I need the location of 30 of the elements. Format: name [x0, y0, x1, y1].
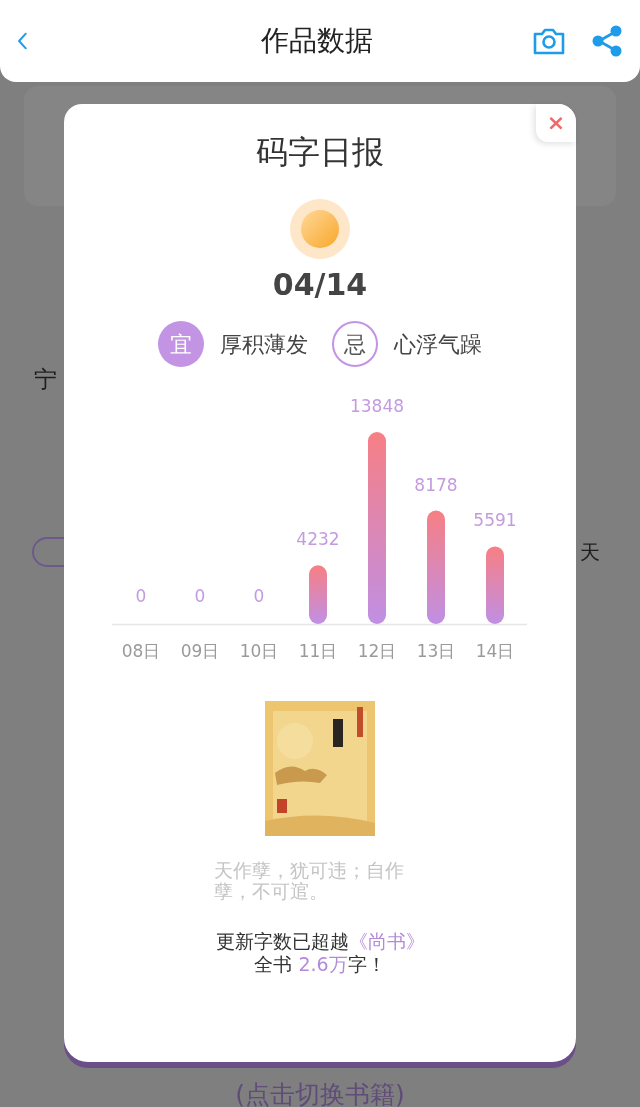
axis-label: 14日 — [475, 641, 515, 661]
axis-label: 08日 — [121, 641, 161, 661]
axis-label: 12日 — [357, 641, 397, 661]
sun-icon — [289, 198, 351, 260]
value-label: 0 — [194, 586, 206, 606]
day-label: 天 — [580, 538, 600, 566]
avoid-badge: 忌 — [332, 321, 378, 367]
axis-label: 13日 — [416, 641, 456, 661]
axis-label: 11日 — [298, 641, 338, 661]
summary-text: 更新字数已超越《尚书》 全书 2.6万字！ — [215, 929, 425, 976]
camera-icon[interactable] — [532, 26, 566, 56]
value-label: 8178 — [414, 474, 458, 495]
page-title: 作品数据 — [261, 23, 373, 59]
suitable-badge: 宜 — [158, 321, 204, 367]
report-title: 码字日报 — [256, 132, 384, 173]
report-date: 04/14 — [272, 266, 368, 304]
section-title: 宁 — [34, 365, 57, 394]
share-icon[interactable] — [590, 24, 624, 58]
value-label: 0 — [253, 586, 265, 606]
value-label: 13848 — [349, 396, 405, 416]
axis-label: 09日 — [180, 641, 220, 661]
value-label: 0 — [135, 586, 147, 606]
value-label: 5591 — [473, 510, 517, 531]
close-button[interactable]: × — [536, 104, 576, 142]
axis-label: 10日 — [239, 641, 279, 661]
value-label: 4232 — [296, 529, 340, 550]
book-quote: 天作孽，犹可违；自作孽，不可逭。 — [214, 860, 405, 902]
omen-text: 心浮气躁 — [394, 330, 482, 359]
omen-text: 厚积薄发 — [220, 330, 308, 359]
bar — [309, 565, 327, 624]
